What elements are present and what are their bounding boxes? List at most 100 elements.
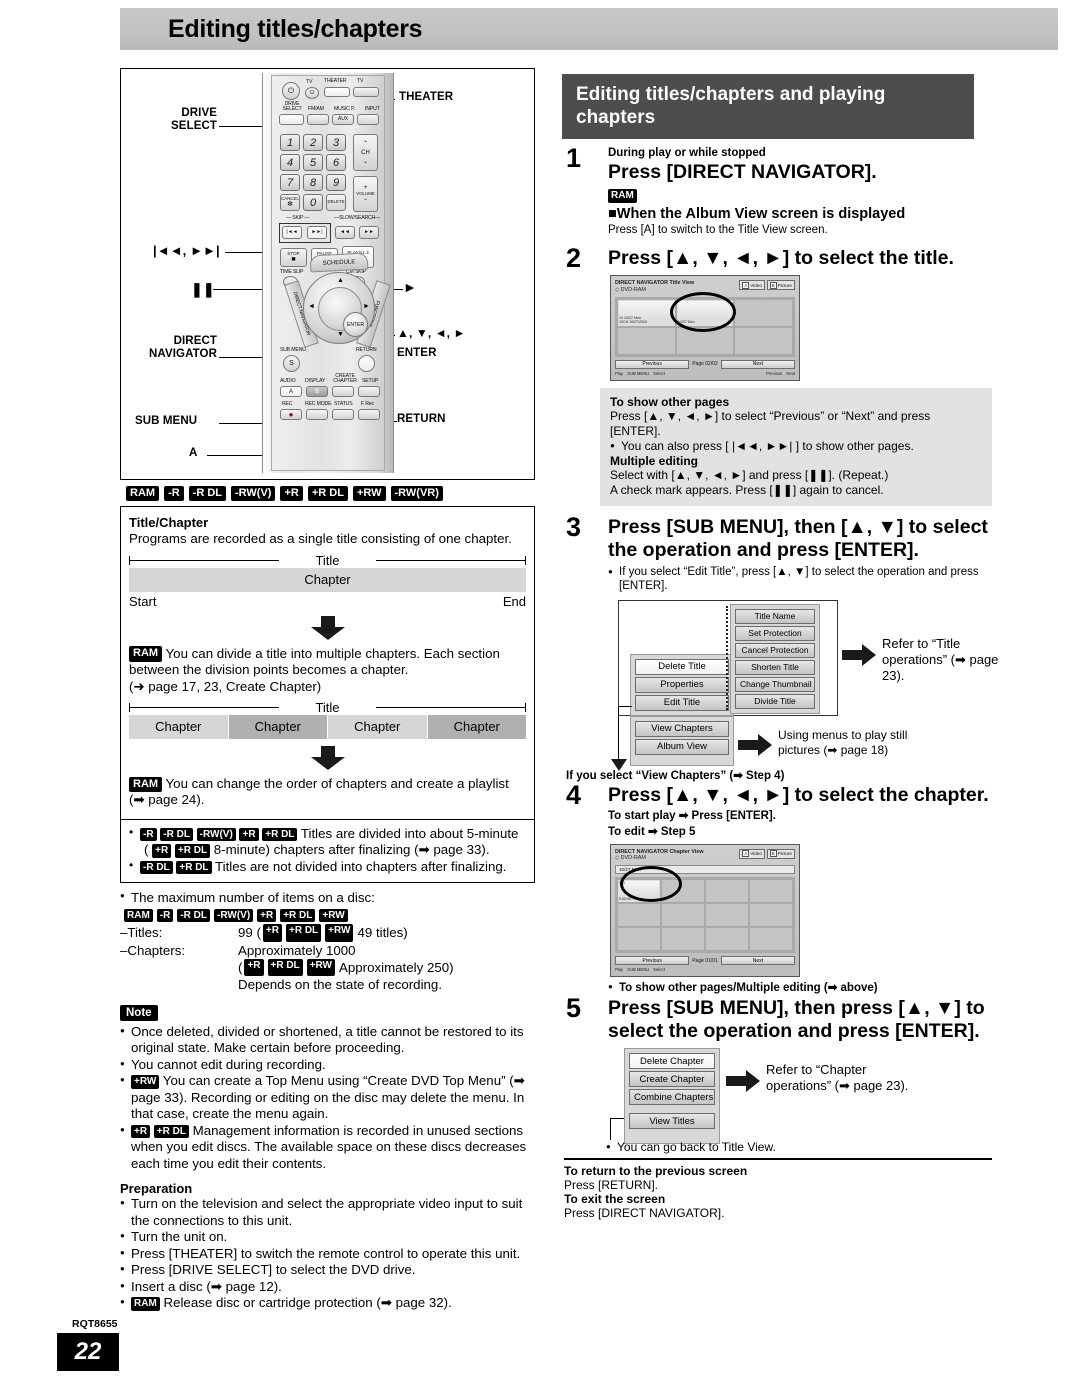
dpad-up-icon[interactable]: ▲ — [337, 277, 344, 284]
number-1-button[interactable]: 1 — [280, 134, 300, 151]
number-3-button[interactable]: 3 — [326, 134, 346, 151]
chapter-cell[interactable] — [618, 904, 660, 927]
number-4-button[interactable]: 4 — [280, 154, 300, 171]
dpad-left-icon[interactable]: ◄ — [308, 303, 315, 310]
menu-item-change-thumbnail[interactable]: Change Thumbnail — [735, 676, 815, 692]
volume-rocker[interactable]: + VOLUME − — [353, 176, 378, 212]
menu-item-delete-chapter[interactable]: Delete Chapter — [629, 1053, 715, 1070]
dpad[interactable]: ▲ ▼ ◄ ► ENTER — [303, 272, 375, 344]
return-button[interactable] — [358, 355, 375, 372]
menu-item-title-name[interactable]: Title Name — [735, 608, 815, 624]
previous-button[interactable]: Previous — [615, 956, 690, 966]
next-button[interactable]: Next — [720, 956, 795, 966]
menu-item-album-view[interactable]: Album View — [635, 738, 729, 755]
cancel-button[interactable]: CANCEL ✻ — [280, 194, 300, 211]
step-3-number: 3 — [566, 512, 582, 543]
setup-button[interactable] — [358, 386, 380, 397]
rec-button[interactable]: ● — [280, 409, 302, 420]
number-9-button[interactable]: 9 — [326, 174, 346, 191]
max-chapters-note: Depends on the state of recording. — [238, 977, 443, 993]
f-rec-button[interactable] — [358, 409, 380, 420]
power-button[interactable]: ⏻ — [282, 82, 300, 100]
menu-item-edit-title[interactable]: Edit Title — [635, 694, 729, 711]
chapter-cell[interactable] — [662, 880, 704, 903]
tv-switch[interactable] — [353, 87, 379, 97]
menu-item-delete-title[interactable]: Delete Title — [635, 658, 729, 675]
title-cell[interactable] — [618, 327, 675, 354]
note-item: You cannot edit during recording. — [120, 1057, 535, 1073]
search-forward-button[interactable]: ►► — [359, 226, 379, 239]
a-button[interactable]: A — [280, 386, 302, 397]
number-8-button[interactable]: 8 — [303, 174, 323, 191]
input-button[interactable] — [357, 114, 379, 125]
tab-video-key: A — [742, 850, 750, 858]
menu-item-cancel-protection[interactable]: Cancel Protection — [735, 642, 815, 658]
drive-select-button[interactable] — [279, 114, 304, 125]
skip-forward-button[interactable]: ►►| — [307, 226, 327, 239]
tab-video[interactable]: A Video — [739, 280, 765, 291]
title-cell[interactable]: 10 10/27 Mon 10CH 10/27/2005 — [618, 299, 675, 326]
number-0-button[interactable]: 0 — [303, 194, 323, 211]
menu-item-divide-title[interactable]: Divide Title — [735, 693, 815, 709]
menu-item-combine-chapters[interactable]: Combine Chapters — [629, 1089, 715, 1106]
number-6-button[interactable]: 6 — [326, 154, 346, 171]
disc-badge: +R — [280, 486, 303, 502]
title-view-footer: Play SUB MENU Select Previous Next — [615, 371, 795, 376]
chapter-cell[interactable] — [750, 928, 792, 951]
schedule-button[interactable]: SCHEDULE — [309, 252, 369, 273]
title-thumbnail — [619, 300, 674, 317]
chapter-cell[interactable] — [750, 880, 792, 903]
channel-rocker[interactable]: ⌃ CH ⌄ — [353, 134, 378, 171]
page-number: 22 — [57, 1333, 119, 1371]
chapter-cell[interactable] — [706, 928, 748, 951]
number-5-button[interactable]: 5 — [303, 154, 323, 171]
create-chapter-button[interactable] — [332, 386, 354, 397]
fm-am-button[interactable] — [307, 114, 329, 125]
status-button[interactable] — [332, 409, 354, 420]
previous-button[interactable]: Previous — [615, 359, 690, 369]
theater-switch[interactable] — [324, 87, 350, 97]
title-cell[interactable]: 10/27 Mon — [676, 299, 734, 326]
prep-item: Press [DRIVE SELECT] to select the DVD d… — [120, 1262, 535, 1278]
leader-drive-select — [219, 126, 263, 127]
callout-return: RETURN — [397, 413, 446, 425]
stop-button[interactable]: STOP ■ — [280, 248, 307, 267]
chapter-cell[interactable] — [618, 928, 660, 951]
menu-item-set-protection[interactable]: Set Protection — [735, 625, 815, 641]
title-cell[interactable] — [735, 327, 792, 354]
foot-submenu: SUB MENU — [627, 370, 650, 376]
delete-button[interactable]: DELETE — [326, 194, 346, 211]
chapter-cell[interactable] — [662, 928, 704, 951]
menu-item-create-chapter[interactable]: Create Chapter — [629, 1071, 715, 1088]
chapter-cell[interactable] — [706, 904, 748, 927]
tab-picture[interactable]: B Picture — [766, 848, 795, 859]
sub-menu-button[interactable]: S — [283, 355, 300, 372]
chapter-cell[interactable] — [750, 904, 792, 927]
tab-video[interactable]: A Video — [739, 848, 765, 859]
aux-button[interactable]: AUX — [332, 114, 354, 125]
tab-picture[interactable]: B Picture — [766, 280, 795, 291]
chapter-cell[interactable]: 001 0:00:00 — [618, 880, 660, 903]
b-button[interactable]: B — [306, 386, 328, 397]
dpad-down-icon[interactable]: ▼ — [337, 331, 344, 338]
chapter-cell[interactable] — [706, 880, 748, 903]
tv-power-button[interactable]: ⏻ — [305, 87, 319, 99]
remote-body: ⏻ TV ⏻ THEATER TV DRIVE SELECT FM/AM MUSI… — [262, 73, 394, 473]
skip-back-button[interactable]: |◄◄ — [282, 226, 302, 239]
number-2-button[interactable]: 2 — [303, 134, 323, 151]
menu-item-view-titles[interactable]: View Titles — [629, 1113, 715, 1130]
menu-item-view-chapters[interactable]: View Chapters — [635, 720, 729, 737]
enter-button[interactable]: ENTER — [343, 312, 368, 337]
title-cell[interactable] — [676, 327, 734, 354]
rec-mode-button[interactable] — [306, 409, 328, 420]
note-tag: Note — [120, 1004, 158, 1021]
dpad-right-icon[interactable]: ► — [363, 303, 370, 310]
menu-item-properties[interactable]: Properties — [635, 676, 729, 693]
next-button[interactable]: Next — [720, 359, 795, 369]
refer-title-operations: Refer to “Title operations” (➡ page 23). — [882, 635, 999, 684]
search-back-button[interactable]: ◄◄ — [335, 226, 355, 239]
chapter-cell[interactable] — [662, 904, 704, 927]
title-cell[interactable] — [735, 299, 792, 326]
menu-item-shorten-title[interactable]: Shorten Title — [735, 659, 815, 675]
number-7-button[interactable]: 7 — [280, 174, 300, 191]
